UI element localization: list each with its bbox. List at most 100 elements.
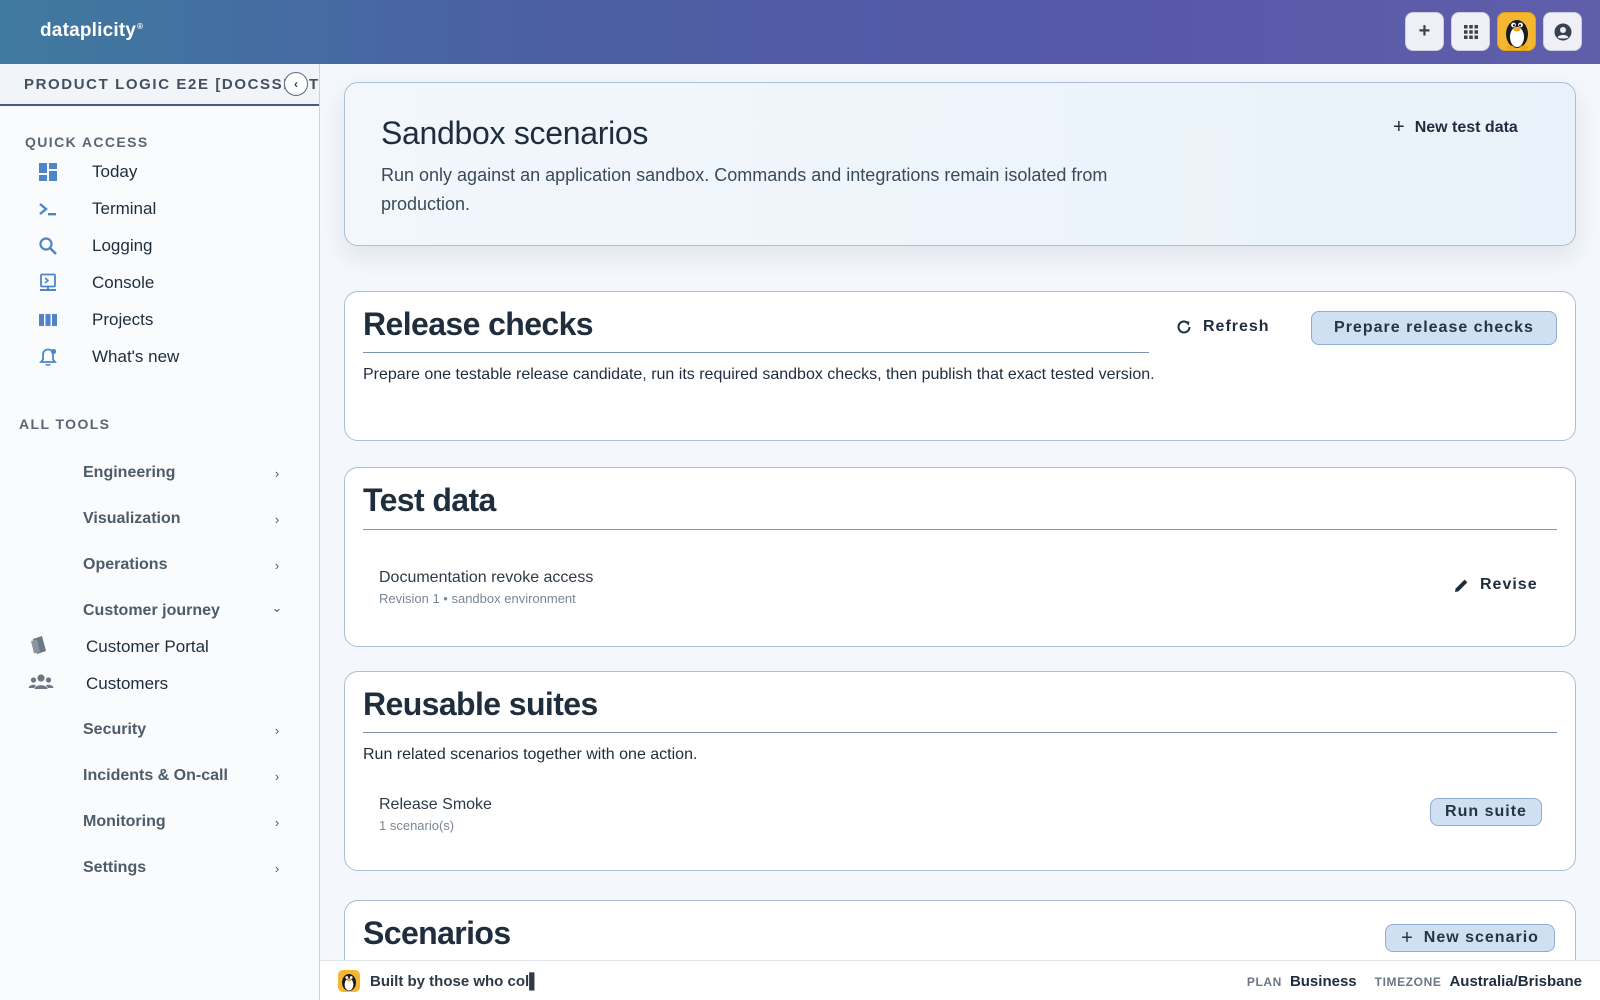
revise-button[interactable]: Revise xyxy=(1453,576,1538,594)
grid-icon xyxy=(1463,24,1478,39)
dashboard-icon xyxy=(36,160,60,184)
tool-group-customer-journey[interactable]: Customer journey ⌄ xyxy=(83,596,283,626)
tool-group-label: Engineering xyxy=(83,464,176,481)
sidebar: PRODUCT LOGIC E2E [DOCSSHOTS] ‹ QUICK AC… xyxy=(0,64,320,1000)
release-checks-title: Release checks xyxy=(363,306,594,342)
sidebar-item-label: What's new xyxy=(92,347,180,366)
chevron-left-icon: ‹ xyxy=(294,77,298,91)
user-circle-icon xyxy=(1554,23,1571,40)
chevron-down-icon: ⌄ xyxy=(271,600,283,615)
footer-meta: PLAN Business TIMEZONE Australia/Brisban… xyxy=(1247,973,1582,990)
page-description: Run only against an application sandbox.… xyxy=(381,165,1108,214)
chevron-right-icon: › xyxy=(274,860,280,876)
chevron-right-icon: › xyxy=(274,557,280,573)
device-avatar-button[interactable] xyxy=(1497,12,1536,51)
reusable-suites-card: Reusable suites Run related scenarios to… xyxy=(344,671,1576,871)
account-button[interactable] xyxy=(1543,12,1582,51)
console-icon xyxy=(36,271,60,295)
refresh-button[interactable]: Refresh xyxy=(1175,318,1270,336)
tool-group-engineering[interactable]: Engineering › xyxy=(83,458,283,488)
tool-group-visualization[interactable]: Visualization › xyxy=(83,504,283,534)
timezone-key: TIMEZONE xyxy=(1374,975,1442,989)
columns-icon xyxy=(36,308,60,332)
sidebar-item-logging[interactable]: Logging xyxy=(36,231,153,261)
tool-group-operations[interactable]: Operations › xyxy=(83,550,283,580)
sidebar-item-label: Logging xyxy=(92,236,153,255)
sidebar-item-customers[interactable]: Customers xyxy=(28,669,168,699)
new-test-data-button[interactable]: + New test data xyxy=(1393,116,1518,139)
sidebar-item-projects[interactable]: Projects xyxy=(36,305,153,335)
tool-group-label: Settings xyxy=(83,859,147,876)
chevron-right-icon: › xyxy=(274,722,280,738)
sandbox-scenarios-header: Sandbox scenarios Run only against an ap… xyxy=(344,82,1576,246)
brand-logo[interactable]: dataplicity® xyxy=(40,20,143,42)
release-checks-description: Prepare one testable release candidate, … xyxy=(363,366,1155,383)
title-divider xyxy=(363,732,1557,733)
tags-icon xyxy=(28,634,54,661)
plus-icon: + xyxy=(1401,926,1414,949)
quick-access-heading: QUICK ACCESS xyxy=(25,134,149,150)
sidebar-item-customer-portal[interactable]: Customer Portal xyxy=(28,632,209,662)
plan-key: PLAN xyxy=(1246,975,1282,989)
chevron-right-icon: › xyxy=(274,814,280,830)
run-suite-button[interactable]: Run suite xyxy=(1430,798,1542,826)
suite-item-meta: 1 scenario(s) xyxy=(379,818,455,833)
test-data-title: Test data xyxy=(363,482,496,518)
tool-group-label: Incidents & On-call xyxy=(83,767,228,784)
org-switcher[interactable]: PRODUCT LOGIC E2E [DOCSSHOTS] ‹ xyxy=(0,64,319,106)
terminal-icon xyxy=(36,197,60,221)
suite-item-title: Release Smoke xyxy=(379,796,492,813)
add-button[interactable]: + xyxy=(1405,12,1444,51)
chevron-right-icon: › xyxy=(274,768,280,784)
plus-icon: + xyxy=(1418,20,1431,42)
tool-group-label: Operations xyxy=(83,556,168,573)
brand-name: dataplicity xyxy=(40,20,137,41)
sidebar-item-label: Projects xyxy=(92,310,154,329)
test-data-item-title: Documentation revoke access xyxy=(379,569,594,586)
tux-penguin-icon xyxy=(338,970,360,992)
top-bar: dataplicity® + xyxy=(0,0,1600,64)
people-icon xyxy=(28,672,54,697)
prepare-release-checks-button[interactable]: Prepare release checks xyxy=(1311,311,1557,345)
title-divider xyxy=(363,529,1557,530)
sidebar-item-today[interactable]: Today xyxy=(36,157,137,187)
sidebar-item-console[interactable]: Console xyxy=(36,268,154,298)
scenarios-card: Scenarios + New scenario xyxy=(344,900,1576,960)
test-data-card: Test data Documentation revoke access Re… xyxy=(344,467,1576,647)
title-divider xyxy=(363,352,1149,353)
tool-group-monitoring[interactable]: Monitoring › xyxy=(83,807,283,837)
tool-group-label: Visualization xyxy=(83,510,181,527)
new-test-data-label: New test data xyxy=(1414,118,1518,136)
sidebar-item-label: Console xyxy=(92,273,155,292)
collapse-sidebar-button[interactable]: ‹ xyxy=(284,72,308,96)
chevron-right-icon: › xyxy=(274,511,280,527)
all-tools-heading: ALL TOOLS xyxy=(19,416,111,432)
tool-group-settings[interactable]: Settings › xyxy=(83,853,283,883)
brand-mark: ® xyxy=(137,21,144,31)
plus-icon: + xyxy=(1393,116,1405,138)
search-icon xyxy=(36,234,60,258)
apps-button[interactable] xyxy=(1451,12,1490,51)
reusable-suites-description: Run related scenarios together with one … xyxy=(363,746,698,763)
plan-value: Business xyxy=(1289,973,1357,990)
refresh-label: Refresh xyxy=(1203,318,1270,335)
new-scenario-button[interactable]: + New scenario xyxy=(1385,924,1555,952)
sidebar-item-label: Customer Portal xyxy=(86,637,209,656)
scenarios-title: Scenarios xyxy=(363,915,511,951)
sidebar-item-terminal[interactable]: Terminal xyxy=(36,194,156,224)
tool-group-label: Monitoring xyxy=(83,813,166,830)
tool-group-label: Customer journey xyxy=(83,602,220,619)
refresh-icon xyxy=(1177,320,1191,334)
tool-group-security[interactable]: Security › xyxy=(83,715,283,745)
new-scenario-label: New scenario xyxy=(1423,929,1539,946)
sidebar-item-label: Terminal xyxy=(92,199,157,218)
top-actions: + xyxy=(1405,12,1582,51)
tux-penguin-icon xyxy=(1505,19,1528,49)
sidebar-item-whats-new[interactable]: What's new xyxy=(36,342,179,372)
org-name: PRODUCT LOGIC E2E [DOCSSHOTS] xyxy=(24,75,319,93)
release-checks-card: Release checks Prepare one testable rele… xyxy=(344,291,1576,441)
chevron-right-icon: › xyxy=(274,465,280,481)
page-title: Sandbox scenarios xyxy=(381,115,649,151)
sidebar-item-label: Customers xyxy=(86,674,169,693)
tool-group-incidents-on-call[interactable]: Incidents & On-call › xyxy=(83,761,283,791)
